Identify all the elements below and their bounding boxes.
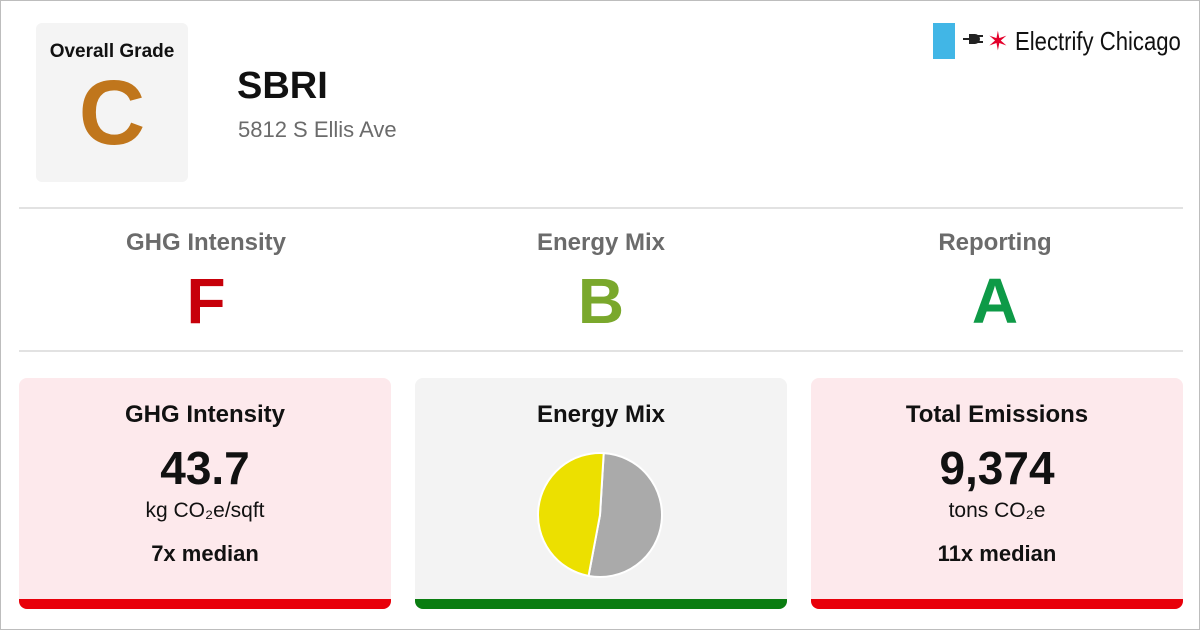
total-emissions-value: 9,374	[939, 442, 1055, 494]
grade-label: Energy Mix	[536, 229, 666, 256]
ghg-intensity-card: GHG Intensity 43.7 kg CO₂e/sqft 7x media…	[19, 378, 391, 609]
overall-grade-box: Overall Grade C	[36, 23, 188, 182]
total-emissions-card: Total Emissions 9,374 tons CO₂e 11x medi…	[811, 378, 1183, 609]
brand-logo: ✶ Electrify Chicago	[933, 23, 1200, 59]
building-address: 5812 S Ellis Ave	[238, 117, 397, 142]
card-title: Total Emissions	[905, 401, 1089, 428]
ghg-intensity-value: 43.7	[160, 442, 250, 494]
blue-flag-bar-icon	[933, 23, 955, 59]
card-title: Energy Mix	[536, 401, 666, 428]
total-emissions-median: 11x median	[937, 541, 1057, 566]
grade-letter: B	[577, 265, 625, 337]
energy-mix-pie-chart	[537, 452, 663, 578]
status-bar	[19, 599, 391, 609]
grade-energy-mix: Energy Mix B	[406, 229, 796, 333]
grade-reporting: Reporting A	[800, 229, 1190, 333]
energy-mix-card: Energy Mix	[415, 378, 787, 609]
grade-ghg-intensity: GHG Intensity F	[11, 229, 401, 333]
card-title: GHG Intensity	[124, 401, 286, 428]
overall-grade-letter: C	[78, 62, 146, 164]
grade-letter: F	[186, 265, 226, 337]
total-emissions-unit: tons CO₂e	[948, 499, 1046, 522]
status-bar	[811, 599, 1183, 609]
ghg-intensity-unit: kg CO₂e/sqft	[145, 499, 265, 522]
ghg-intensity-median: 7x median	[151, 541, 259, 566]
divider-middle	[19, 350, 1183, 352]
grade-label: Reporting	[938, 229, 1052, 256]
grade-label: GHG Intensity	[125, 229, 287, 256]
building-name: SBRI	[237, 65, 328, 107]
plug-icon	[963, 32, 985, 51]
grade-letter: A	[971, 265, 1019, 337]
divider-top	[19, 207, 1183, 209]
share-card-frame: Overall Grade C SBRI 5812 S Ellis Ave ✶ …	[0, 0, 1200, 630]
chicago-star-icon: ✶	[987, 26, 1009, 56]
overall-grade-label: Overall Grade	[49, 41, 175, 62]
status-bar	[415, 599, 787, 609]
brand-name: Electrify Chicago	[1014, 25, 1181, 56]
